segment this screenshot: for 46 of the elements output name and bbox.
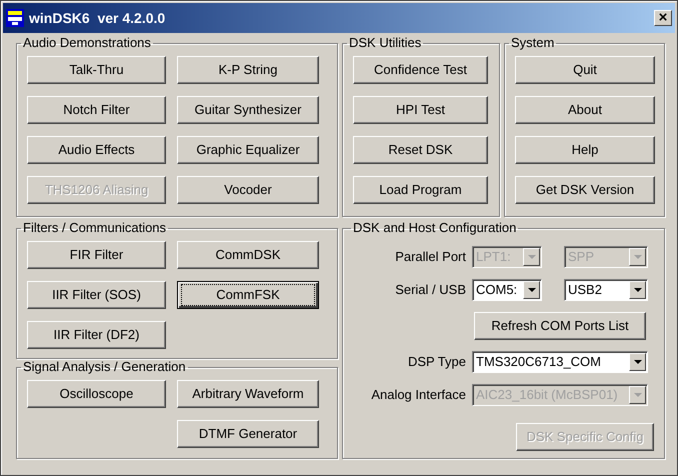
button[interactable]: DTMF Generator [177,420,319,448]
dropdown-arrow-icon [634,255,642,259]
button[interactable]: IIR Filter (SOS) [27,281,166,309]
dropdown[interactable]: COM5: [472,279,542,301]
dropdown-arrow-icon [634,288,642,292]
button[interactable]: Notch Filter [27,96,166,124]
field-label: Parallel Port [394,248,467,266]
button[interactable]: Guitar Synthesizer [177,96,319,124]
button[interactable]: Reset DSK [353,136,488,164]
button[interactable]: Get DSK Version [515,176,655,204]
field-label: Analog Interface [370,386,467,404]
button[interactable]: Confidence Test [353,56,488,84]
button[interactable]: HPI Test [353,96,488,124]
button[interactable]: CommDSK [177,241,319,269]
button[interactable]: About [515,96,655,124]
button[interactable]: Graphic Equalizer [177,136,319,164]
button[interactable]: Vocoder [177,176,319,204]
dropdown-arrow-icon [634,360,642,364]
group-title: DSK Utilities [348,36,422,50]
field-label: Serial / USB [394,281,467,300]
dropdown-arrow-icon [634,393,642,397]
group-title: Filters / Communications [22,221,168,235]
field-label: DSP Type [406,353,467,372]
close-button[interactable]: × [654,10,672,26]
window-title: winDSK6 ver 4.2.0.0 [29,8,166,28]
button[interactable]: Help [515,136,655,164]
button[interactable]: Oscilloscope [27,380,166,408]
button[interactable]: Audio Effects [27,136,166,164]
button[interactable]: Quit [515,56,655,84]
dropdown[interactable]: USB2 [564,279,648,301]
button[interactable]: FIR Filter [27,241,166,269]
group-title: DSK and Host Configuration [352,221,518,235]
button[interactable]: IIR Filter (DF2) [27,321,166,349]
button[interactable]: Load Program [353,176,488,204]
group-title: Audio Demonstrations [22,36,152,50]
button[interactable]: K-P String [177,56,319,84]
dropdown-arrow-icon [528,288,536,292]
button[interactable]: Arbitrary Waveform [177,380,319,408]
button[interactable]: CommFSK [177,281,319,309]
button[interactable]: Refresh COM Ports List [474,312,646,340]
dropdown[interactable]: TMS320C6713_COM [472,351,648,373]
app-icon [6,9,24,27]
dropdown-arrow-icon [528,255,536,259]
group-title: System [510,36,556,50]
button[interactable]: Talk-Thru [27,56,166,84]
group-title: Signal Analysis / Generation [22,360,187,374]
